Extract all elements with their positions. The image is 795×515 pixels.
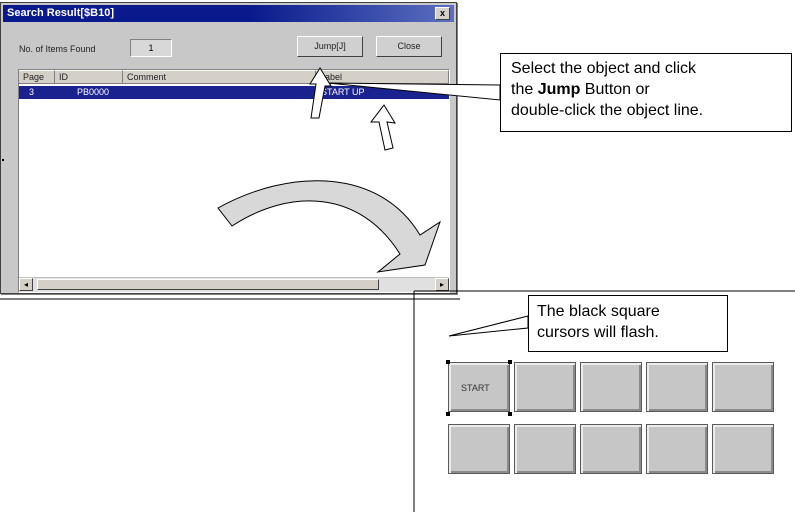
panel-button[interactable] (448, 424, 510, 474)
cursor-square (508, 360, 512, 364)
panel-button[interactable] (580, 424, 642, 474)
curved-arrow-icon (217, 180, 441, 273)
cursor-square (446, 360, 450, 364)
panel-button-label: START (461, 383, 490, 393)
touch-panel-grid: START (446, 360, 778, 484)
up-arrow-icon (309, 67, 332, 119)
panel-button[interactable] (514, 424, 576, 474)
panel-button[interactable] (580, 362, 642, 412)
cursor-square (508, 412, 512, 416)
panel-button[interactable] (646, 424, 708, 474)
panel-button[interactable] (514, 362, 576, 412)
callout-cursor-pointer (448, 315, 529, 337)
panel-button[interactable] (646, 362, 708, 412)
callout-jump-pointer (327, 82, 501, 101)
cursor-square (446, 412, 450, 416)
panel-button[interactable] (712, 362, 774, 412)
panel-button-start[interactable]: START (448, 362, 510, 412)
pointer-arrow-icon (369, 104, 396, 151)
panel-button[interactable] (712, 424, 774, 474)
